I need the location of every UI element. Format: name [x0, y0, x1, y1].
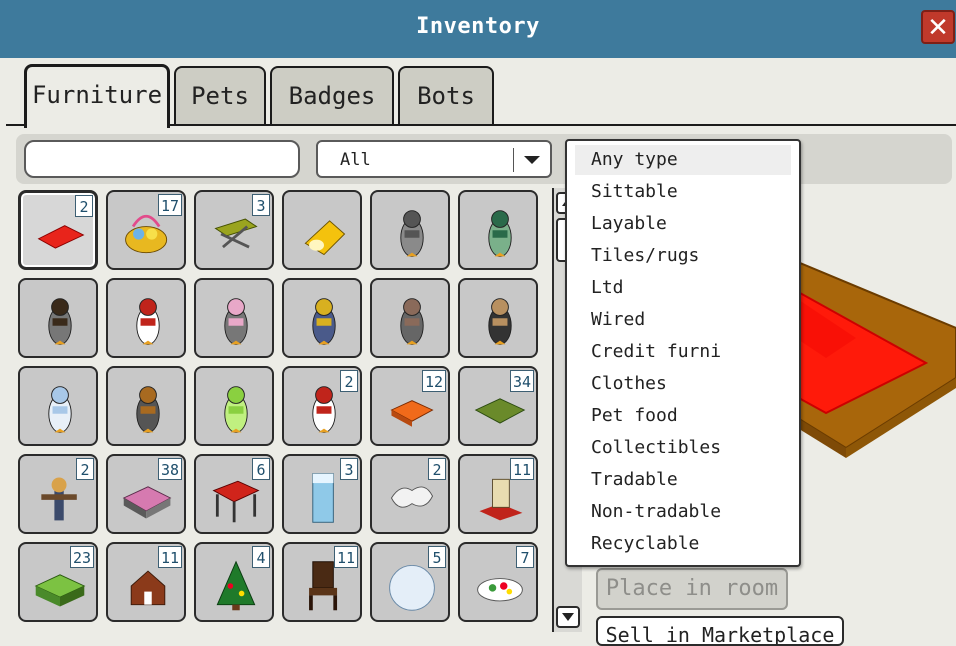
dropdown-option[interactable]: Any type [575, 145, 791, 175]
inventory-item-red-rug[interactable]: 2 [18, 190, 98, 270]
select-divider [513, 148, 514, 172]
dropdown-option[interactable]: Collectibles [575, 433, 791, 463]
item-count-badge: 3 [340, 458, 358, 480]
inventory-item-penguin-bandana[interactable] [370, 278, 450, 358]
dropdown-option[interactable]: Credit furni [575, 337, 791, 367]
item-count-badge: 2 [76, 458, 94, 480]
category-select-value: All [340, 150, 371, 170]
dropdown-option[interactable]: Tiles/rugs [575, 241, 791, 271]
inventory-item-penguin-skeleton[interactable] [18, 366, 98, 446]
sell-in-marketplace-button[interactable]: Sell in Marketplace [596, 616, 844, 646]
type-dropdown-menu: Any type Sittable Layable Tiles/rugs Ltd Wire… [565, 139, 801, 567]
item-count-badge: 2 [340, 370, 358, 392]
item-count-badge: 4 [252, 546, 270, 568]
penguin-hooded-icon [136, 386, 160, 433]
penguin-grey-icon [400, 210, 424, 257]
item-count-badge: 11 [333, 546, 358, 568]
penguin-green-icon [488, 210, 512, 257]
inventory-item-yellow-lamp[interactable] [282, 190, 362, 270]
inventory-item-penguin-striped[interactable] [106, 278, 186, 358]
inventory-item-penguin-green-ghost[interactable] [194, 366, 274, 446]
inventory-item-skeleton-throne[interactable]: 11 [458, 454, 538, 534]
inventory-item-scarecrow[interactable]: 2 [18, 454, 98, 534]
window-title: Inventory [416, 14, 540, 39]
chevron-down-icon[interactable] [524, 156, 540, 164]
item-count-badge: 12 [421, 370, 446, 392]
dropdown-option[interactable]: Sittable [575, 177, 791, 207]
inventory-item-grass-patch[interactable]: 34 [458, 366, 538, 446]
penguin-bandana-icon [400, 298, 424, 345]
place-in-room-button[interactable]: Place in room [596, 568, 788, 610]
tab-furniture[interactable]: Furniture [24, 64, 170, 128]
item-count-badge: 2 [428, 458, 446, 480]
item-count-badge: 11 [509, 458, 534, 480]
penguin-afro-icon [48, 298, 72, 345]
inventory-item-ice-pillar[interactable]: 3 [282, 454, 362, 534]
item-count-badge: 5 [428, 546, 446, 568]
inventory-item-pink-bed[interactable]: 38 [106, 454, 186, 534]
close-button[interactable]: ✕ [921, 10, 955, 44]
search-input[interactable] [24, 140, 300, 178]
yellow-lamp-icon [304, 220, 346, 256]
scroll-down-button[interactable] [556, 606, 580, 628]
dropdown-option[interactable]: Wired [575, 305, 791, 335]
inventory-item-penguin-grey[interactable] [370, 190, 450, 270]
dropdown-option[interactable]: Pet food [575, 401, 791, 431]
inventory-item-christmas-tree[interactable]: 4 [194, 542, 274, 622]
item-count-badge: 38 [157, 458, 182, 480]
inventory-item-folding-chair[interactable]: 3 [194, 190, 274, 270]
furniture-grid: 2 17 3 2 12 34 2 38 6 3 2 11 23 11 4 11 5 7 [14, 186, 550, 632]
dropdown-option[interactable]: Recyclable [575, 529, 791, 559]
inventory-item-egg-basket[interactable]: 17 [106, 190, 186, 270]
inventory-item-penguin-tutu[interactable] [194, 278, 274, 358]
inventory-item-wooden-chair[interactable]: 11 [282, 542, 362, 622]
window-titlebar: Inventory ✕ [0, 0, 956, 60]
item-count-badge: 23 [69, 546, 94, 568]
penguin-tutu-icon [224, 298, 248, 345]
item-count-badge: 7 [516, 546, 534, 568]
tab-badges[interactable]: Badges [270, 66, 394, 126]
penguin-knight-icon [312, 298, 336, 345]
penguin-cowboy-icon [488, 298, 512, 345]
item-count-badge: 3 [252, 194, 270, 216]
inventory-item-bearskin-rug[interactable]: 2 [370, 454, 450, 534]
inventory-item-penguin-green[interactable] [458, 190, 538, 270]
tab-bots[interactable]: Bots [398, 66, 494, 126]
dropdown-option[interactable]: Clothes [575, 369, 791, 399]
penguin-green-ghost-icon [224, 386, 248, 433]
category-select[interactable]: All [316, 140, 552, 178]
item-count-badge: 2 [75, 195, 93, 217]
inventory-item-snowball[interactable]: 5 [370, 542, 450, 622]
dropdown-option[interactable]: Ltd [575, 273, 791, 303]
inventory-item-penguin-cowboy[interactable] [458, 278, 538, 358]
penguin-skeleton-icon [48, 386, 72, 433]
inventory-item-penguin-santa[interactable]: 2 [282, 366, 362, 446]
inventory-item-food-plate[interactable]: 7 [458, 542, 538, 622]
dropdown-option[interactable]: Layable [575, 209, 791, 239]
inventory-item-penguin-knight[interactable] [282, 278, 362, 358]
inventory-item-penguin-afro[interactable] [18, 278, 98, 358]
penguin-striped-icon [136, 298, 160, 345]
item-count-badge: 11 [157, 546, 182, 568]
dropdown-option[interactable]: Tradable [575, 465, 791, 495]
inventory-item-orange-cushion[interactable]: 12 [370, 366, 450, 446]
item-count-badge: 34 [509, 370, 534, 392]
tab-pets[interactable]: Pets [174, 66, 266, 126]
inventory-item-red-table[interactable]: 6 [194, 454, 274, 534]
inventory-item-green-block[interactable]: 23 [18, 542, 98, 622]
inventory-item-penguin-hooded[interactable] [106, 366, 186, 446]
item-count-badge: 6 [252, 458, 270, 480]
dropdown-option[interactable]: Non-tradable [575, 497, 791, 527]
item-count-badge: 17 [157, 194, 182, 216]
inventory-item-gingerbread-house[interactable]: 11 [106, 542, 186, 622]
